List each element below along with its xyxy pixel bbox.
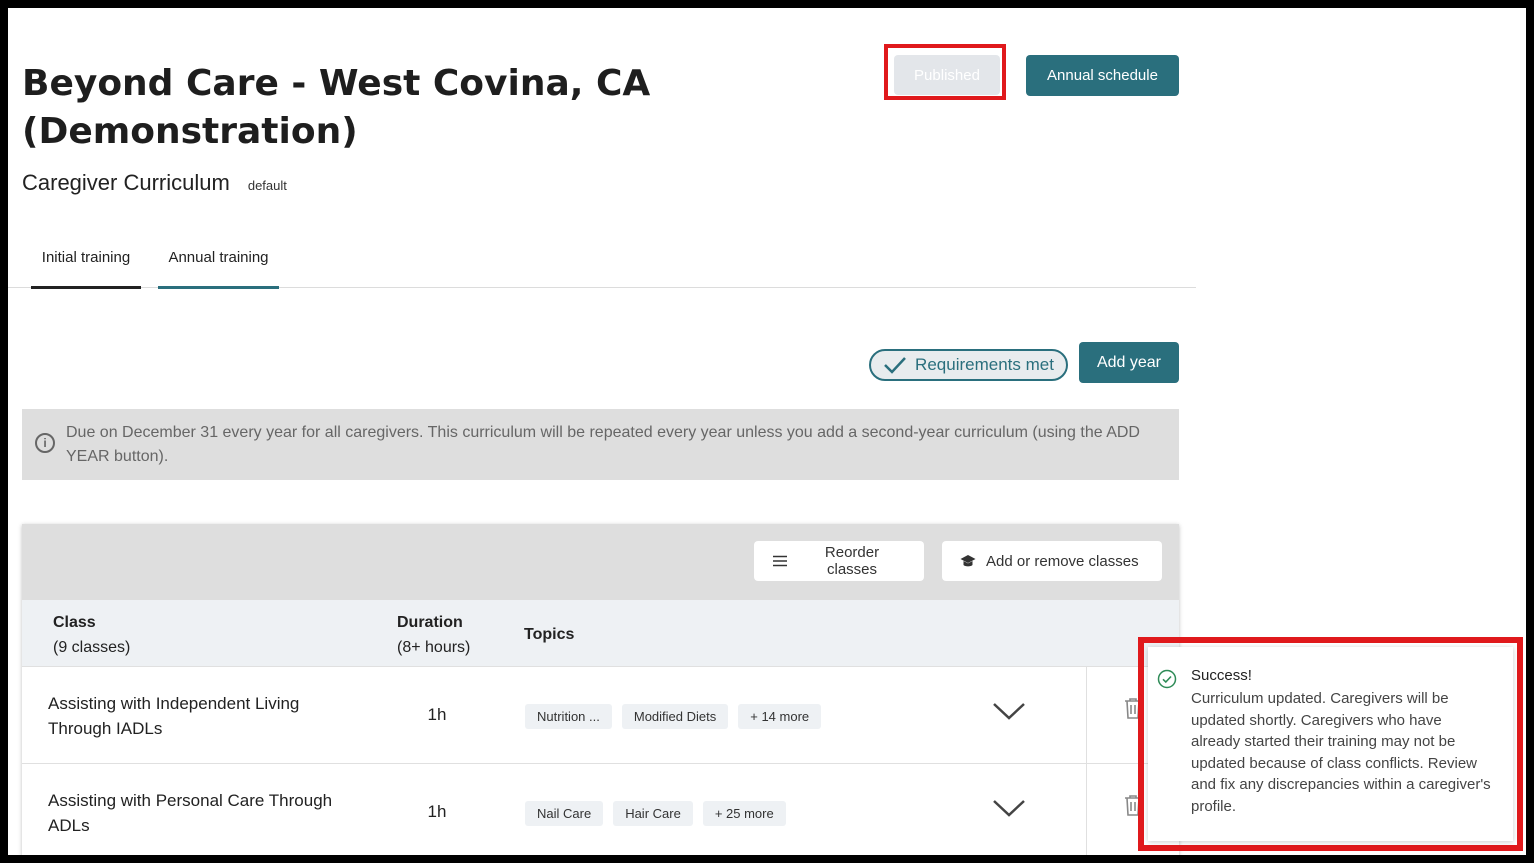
topic-chip: Hair Care <box>613 801 693 826</box>
curriculum-name: Caregiver Curriculum <box>22 170 230 195</box>
info-icon: i <box>35 433 55 453</box>
requirements-label: Requirements met <box>915 355 1054 374</box>
toast-message: Curriculum updated. Caregivers will be u… <box>1191 690 1491 815</box>
info-text: Due on December 31 every year for all ca… <box>66 424 1140 465</box>
class-name: Assisting with Personal Care Through ADL… <box>48 791 333 835</box>
info-banner: i Due on December 31 every year for all … <box>22 409 1179 480</box>
more-topics-chip[interactable]: + 14 more <box>738 704 822 729</box>
topics-column-header: Topics <box>524 626 575 643</box>
training-tabs: Initial training Annual training <box>8 240 1196 289</box>
topic-chip: Modified Diets <box>621 704 729 729</box>
success-toast: Success! Curriculum updated. Caregivers … <box>1148 647 1513 841</box>
toast-title: Success! <box>1191 667 1252 684</box>
table-row: Assisting with Independent Living Throug… <box>22 667 1179 764</box>
column-divider <box>1086 667 1087 763</box>
topic-chip: Nail Care <box>525 801 604 826</box>
reorder-label: Reorder classes <box>824 544 880 578</box>
class-column-header[interactable]: Class (9 classes) <box>53 610 130 660</box>
duration-column-header[interactable]: Duration (8+ hours) <box>397 610 470 660</box>
tab-annual-training[interactable]: Annual training <box>158 240 279 289</box>
classes-toolbar: Reorder classes Add or remove classes <box>22 524 1179 600</box>
add-remove-label: Add or remove classes <box>986 552 1139 570</box>
default-tag: default <box>247 178 287 193</box>
check-icon <box>883 355 907 375</box>
annual-schedule-button[interactable]: Annual schedule <box>1026 55 1179 96</box>
subtitle-row: Caregiver Curriculum default <box>22 170 287 196</box>
class-count: (9 classes) <box>53 639 131 656</box>
graduation-cap-icon <box>960 554 976 568</box>
class-duration: 1h <box>427 802 447 821</box>
duration-total: (8+ hours) <box>397 639 471 656</box>
table-row: Assisting with Personal Care Through ADL… <box>22 764 1179 855</box>
add-remove-classes-button[interactable]: Add or remove classes <box>942 541 1162 581</box>
class-name: Assisting with Independent Living Throug… <box>48 694 300 738</box>
topic-chips: Nutrition ... Modified Diets + 14 more <box>525 704 831 729</box>
page-title: Beyond Care - West Covina, CA (Demonstra… <box>22 63 651 152</box>
classes-card: Reorder classes Add or remove classes Cl… <box>22 524 1179 855</box>
reorder-classes-button[interactable]: Reorder classes <box>754 541 924 581</box>
column-divider <box>1086 764 1087 855</box>
add-year-button[interactable]: Add year <box>1079 342 1179 383</box>
table-header: Class (9 classes) Duration (8+ hours) To… <box>22 600 1179 667</box>
chevron-down-icon[interactable] <box>992 701 1026 721</box>
reorder-icon <box>772 555 788 567</box>
success-check-icon <box>1157 669 1177 689</box>
requirements-met-badge: Requirements met <box>869 349 1068 381</box>
tab-initial-training[interactable]: Initial training <box>31 240 141 289</box>
topic-chips: Nail Care Hair Care + 25 more <box>525 801 796 826</box>
topic-chip: Nutrition ... <box>525 704 612 729</box>
more-topics-chip[interactable]: + 25 more <box>702 801 786 826</box>
highlight-box-published <box>884 44 1006 100</box>
class-duration: 1h <box>427 705 447 724</box>
chevron-down-icon[interactable] <box>992 798 1026 818</box>
